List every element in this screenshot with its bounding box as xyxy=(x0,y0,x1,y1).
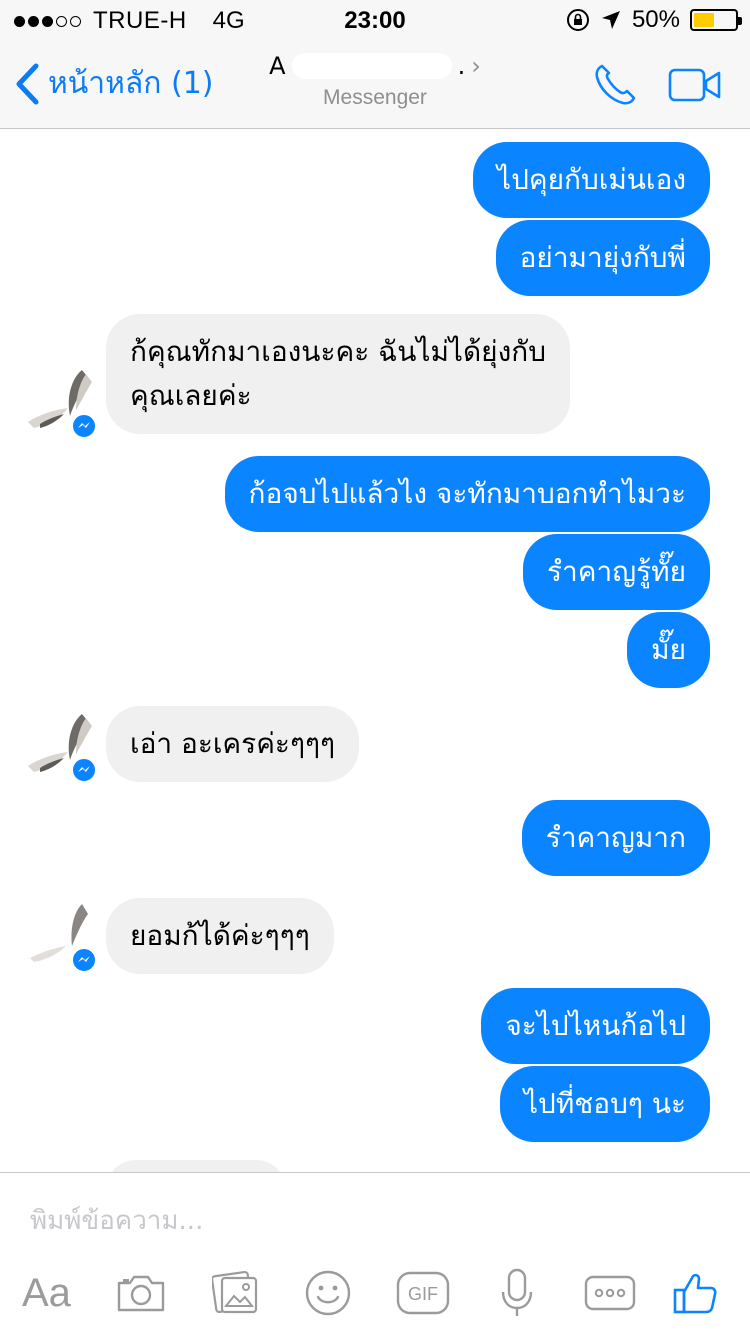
back-label: หน้าหลัก (1) xyxy=(48,66,214,101)
messenger-badge-icon xyxy=(70,412,98,440)
message-bubble-sent[interactable]: ก้อจบไปแล้วไง จะทักมาบอกทำไมวะ xyxy=(224,456,710,532)
chevron-right-icon: › xyxy=(471,52,481,80)
contact-avatar[interactable] xyxy=(26,900,98,974)
conversation-header: หน้าหลัก (1) A . › Messenger xyxy=(0,40,750,129)
composer-toolbar: Aa GIF xyxy=(0,1265,750,1325)
voice-call-button[interactable] xyxy=(592,62,638,112)
battery-icon xyxy=(690,9,742,31)
microphone-icon xyxy=(501,1268,533,1316)
gif-button[interactable]: GIF xyxy=(396,1265,450,1321)
like-button[interactable] xyxy=(672,1265,718,1321)
photo-gallery-button[interactable] xyxy=(212,1265,260,1321)
nav-subtitle: Messenger xyxy=(323,86,427,109)
status-bar: TRUE-H 4G 23:00 50% xyxy=(0,0,750,40)
message-bubble-received[interactable]: ก้คุณทักมาเองนะคะ ฉันไม่ได้ยุ่งกับ คุณเล… xyxy=(106,314,570,434)
more-options-button[interactable] xyxy=(584,1265,636,1321)
contact-avatar[interactable] xyxy=(26,366,98,440)
messenger-badge-icon xyxy=(70,946,98,974)
more-icon xyxy=(584,1275,636,1311)
photo-gallery-icon xyxy=(212,1270,258,1314)
message-input[interactable] xyxy=(30,1201,720,1241)
message-thread[interactable]: ไปคุยกับเม่นเอง อย่ามายุ่งกับพี่ ก้คุณทั… xyxy=(0,130,750,1172)
message-bubble-sent[interactable]: รำคาญมาก xyxy=(521,800,710,876)
message-line: ก้คุณทักมาเองนะคะ ฉันไม่ได้ยุ่งกับ xyxy=(130,335,546,368)
message-composer: Aa xyxy=(0,1172,750,1334)
orientation-lock-icon xyxy=(566,9,589,31)
video-camera-icon xyxy=(668,68,721,102)
phone-icon xyxy=(595,64,636,105)
message-bubble-received[interactable]: เอ่า อะเครค่ะๆๆๆ xyxy=(106,706,360,782)
contact-avatar[interactable] xyxy=(26,710,98,784)
message-bubble-sent[interactable]: ไปที่ชอบๆ นะ xyxy=(499,1066,710,1142)
message-line: คุณเลยค่ะ xyxy=(130,379,252,412)
contact-suffix: . xyxy=(457,52,466,80)
message-bubble-sent[interactable]: จะไปไหนก้อไป xyxy=(481,988,710,1064)
voice-record-button[interactable] xyxy=(500,1265,534,1321)
partial-message-bubble[interactable] xyxy=(106,1160,286,1172)
contact-initial: A xyxy=(269,52,286,80)
gif-icon: GIF xyxy=(396,1271,450,1315)
battery-percent: 50% xyxy=(631,6,680,33)
contact-title[interactable]: A . › Messenger xyxy=(250,52,500,110)
video-call-button[interactable] xyxy=(668,68,722,106)
message-bubble-received[interactable]: ยอมก้ได้ค่ะๆๆๆ xyxy=(106,898,334,974)
sticker-button[interactable] xyxy=(304,1265,352,1321)
camera-button[interactable] xyxy=(116,1265,166,1321)
message-bubble-sent[interactable]: อย่ามายุ่งกับพี่ xyxy=(495,220,710,296)
gif-label: GIF xyxy=(408,1284,438,1304)
smiley-icon xyxy=(305,1270,351,1316)
message-bubble-sent[interactable]: ไปคุยกับเม่นเอง xyxy=(473,142,710,218)
text-format-button[interactable]: Aa xyxy=(22,1265,71,1321)
location-arrow-icon xyxy=(601,11,620,29)
camera-icon xyxy=(117,1275,165,1312)
message-bubble-sent[interactable]: รำคาญรู้ทั๊ย xyxy=(523,534,710,610)
message-bubble-sent[interactable]: มั๊ย xyxy=(627,612,710,688)
thumbs-up-icon xyxy=(673,1273,717,1314)
redacted-name xyxy=(291,53,452,79)
messenger-badge-icon xyxy=(70,756,98,784)
chevron-left-icon xyxy=(16,63,39,104)
back-button[interactable]: หน้าหลัก (1) xyxy=(14,60,213,107)
